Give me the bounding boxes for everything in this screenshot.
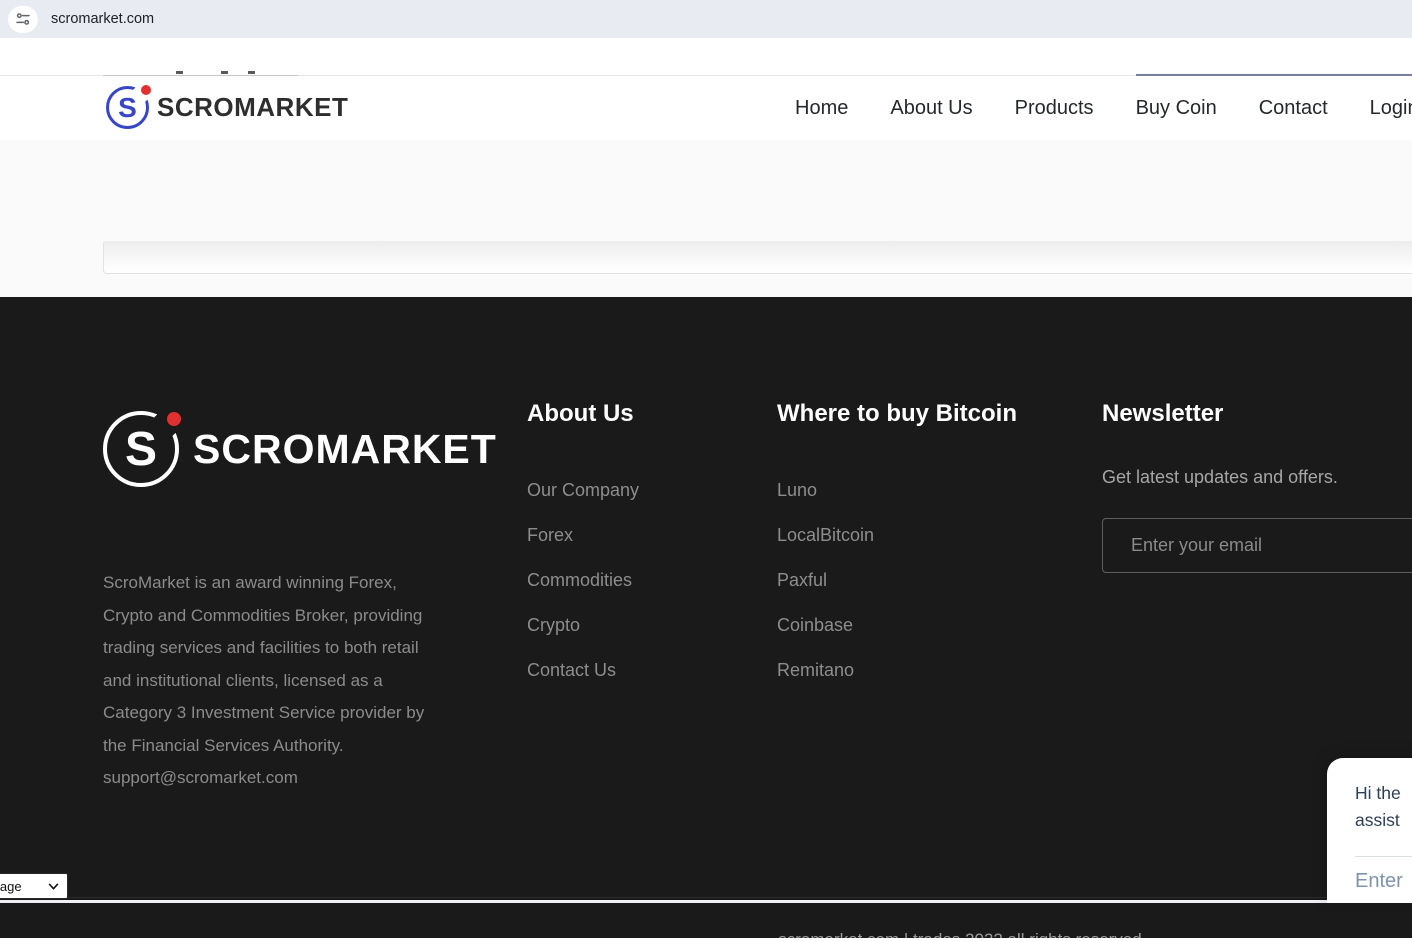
nav-item-login[interactable]: Login: [1370, 97, 1412, 120]
chat-divider: [1355, 856, 1412, 857]
brand-name: SCROMARKET: [157, 92, 348, 123]
webpage: S SCROMARKET Home About Us Products Buy …: [0, 38, 1412, 941]
slate-top-line: [1136, 74, 1412, 76]
cutoff-text-fragment: [248, 71, 255, 74]
nav-item-home[interactable]: Home: [795, 97, 848, 120]
copyright-text: scromarket.com | trades 2022 all rights …: [0, 930, 1412, 938]
footer-description: ScroMarket is an award winning Forex, Cr…: [103, 567, 451, 795]
chat-greeting-line2: assist: [1355, 807, 1412, 834]
cutoff-text-fragment: [221, 71, 228, 74]
footer-link-forex[interactable]: Forex: [527, 525, 573, 546]
chat-widget[interactable]: Hi the assist Enter: [1327, 758, 1412, 903]
footer-divider: [0, 897, 1412, 898]
footer-link-contact-us[interactable]: Contact Us: [527, 660, 616, 681]
newsletter-email-input[interactable]: [1102, 518, 1412, 573]
tune-icon: [15, 11, 31, 27]
footer-about-title: About Us: [527, 400, 634, 428]
footer-link-coinbase[interactable]: Coinbase: [777, 615, 853, 636]
brand-logo-icon: S: [106, 86, 149, 129]
footer-newsletter-title: Newsletter: [1102, 400, 1223, 428]
chat-message-input[interactable]: Enter: [1355, 870, 1412, 893]
language-select[interactable]: Select Language: [0, 873, 68, 899]
footer-link-crypto[interactable]: Crypto: [527, 615, 580, 636]
bottom-strip: [0, 900, 1412, 903]
footer-link-paxful[interactable]: Paxful: [777, 570, 827, 591]
nav-item-buy-coin[interactable]: Buy Coin: [1136, 97, 1217, 120]
nav-item-contact[interactable]: Contact: [1259, 97, 1328, 120]
footer-buy-title: Where to buy Bitcoin: [777, 400, 1017, 428]
chat-greeting-line1: Hi the: [1355, 780, 1412, 807]
header-logo[interactable]: S SCROMARKET: [106, 86, 348, 129]
chevron-down-icon: [48, 883, 59, 890]
url-text[interactable]: scromarket.com: [51, 11, 154, 27]
logo-red-dot: [141, 85, 151, 95]
footer-link-luno[interactable]: Luno: [777, 480, 817, 501]
cutoff-text-fragment: [176, 71, 183, 74]
logo-red-dot: [167, 412, 181, 426]
brand-name: SCROMARKET: [193, 426, 497, 473]
browser-url-bar[interactable]: scromarket.com: [0, 0, 1412, 38]
brand-logo-icon: S: [103, 411, 179, 487]
footer-logo: S SCROMARKET: [103, 411, 497, 487]
footer-link-localbitcoin[interactable]: LocalBitcoin: [777, 525, 874, 546]
site-header: S SCROMARKET Home About Us Products Buy …: [0, 76, 1412, 140]
nav-item-products[interactable]: Products: [1015, 97, 1094, 120]
card-top-border-segment: [103, 75, 298, 76]
main-nav: Home About Us Products Buy Coin Contact …: [795, 76, 1412, 140]
language-select-label: Select Language: [0, 879, 22, 894]
footer-link-remitano[interactable]: Remitano: [777, 660, 854, 681]
page-footer: S SCROMARKET ScroMarket is an award winn…: [0, 297, 1412, 938]
content-band: [0, 140, 1412, 297]
footer-link-our-company[interactable]: Our Company: [527, 480, 639, 501]
nav-item-about-us[interactable]: About Us: [890, 97, 972, 120]
site-settings-button[interactable]: [8, 6, 38, 33]
newsletter-subtitle: Get latest updates and offers.: [1102, 467, 1338, 488]
footer-link-commodities[interactable]: Commodities: [527, 570, 632, 591]
empty-content-card: [103, 241, 1412, 274]
